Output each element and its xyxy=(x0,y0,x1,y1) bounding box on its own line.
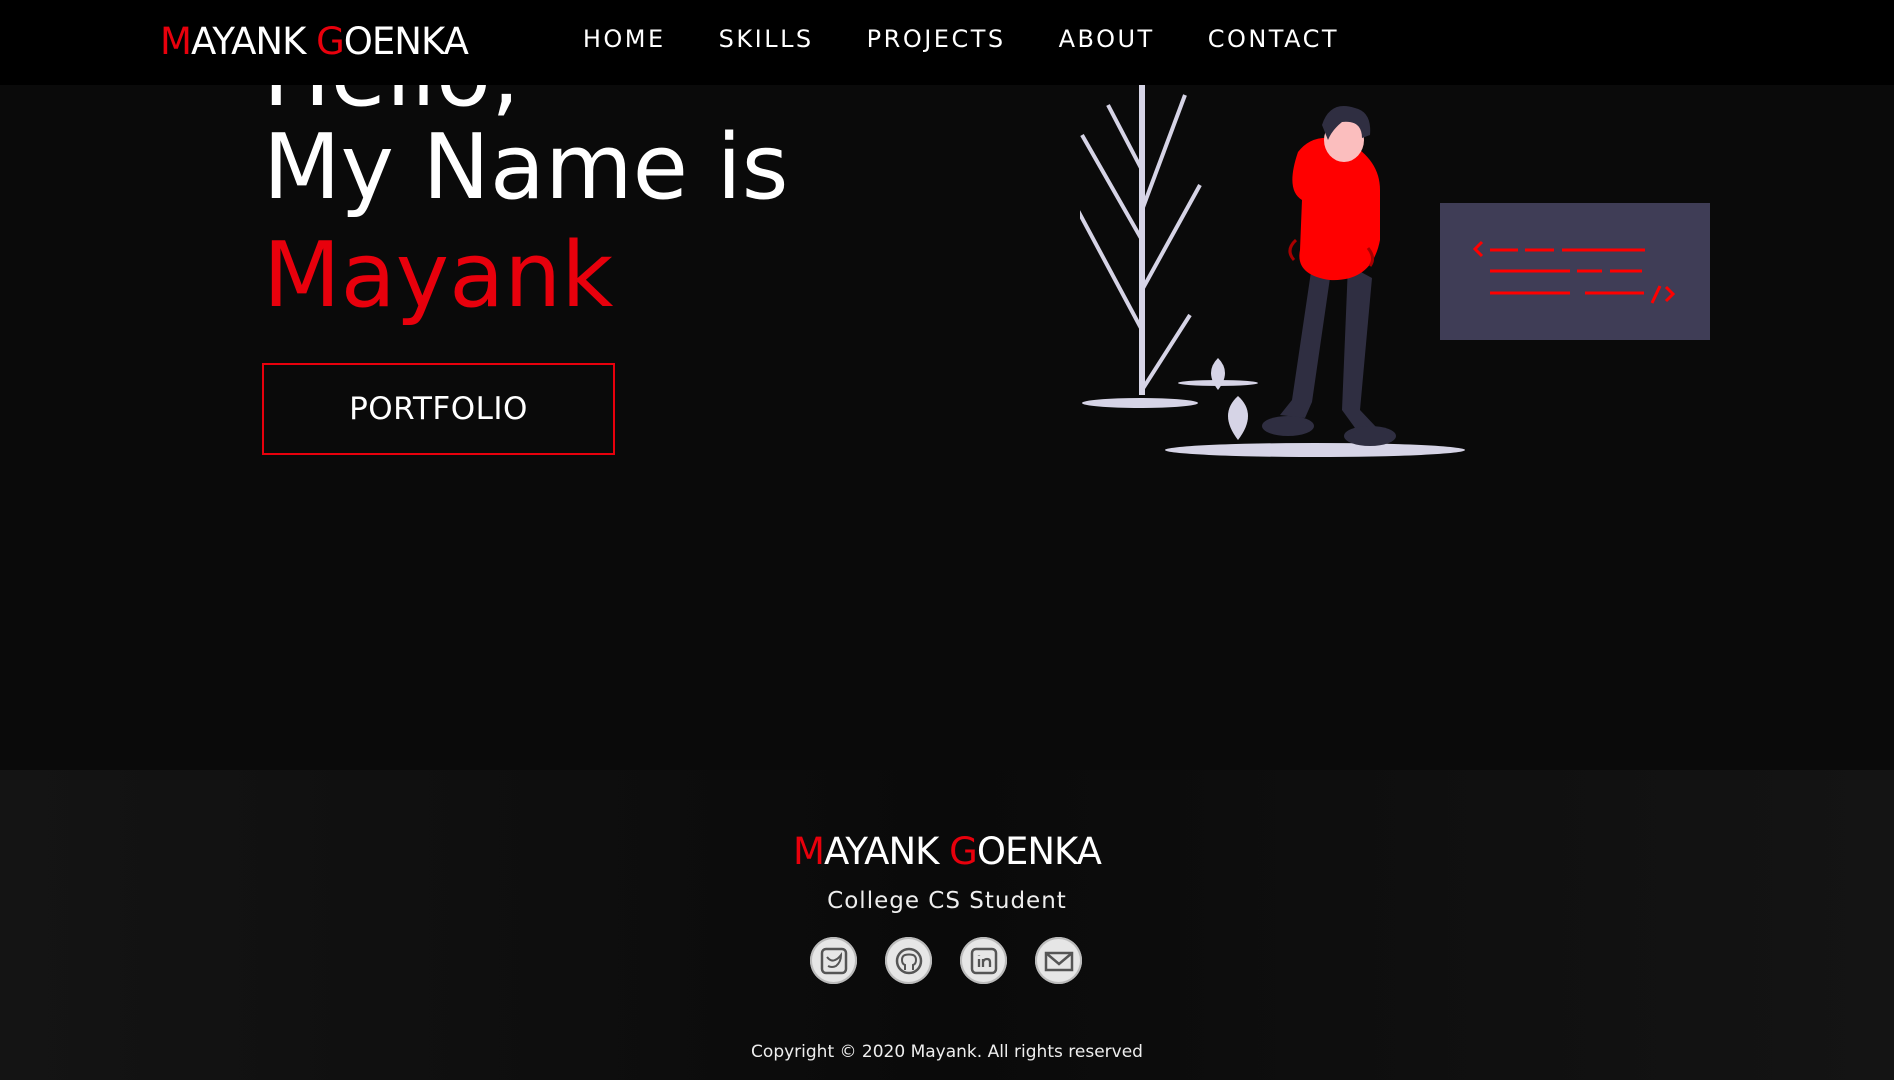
logo-initial-g: G xyxy=(316,20,345,63)
nav-skills[interactable]: SKILLS xyxy=(719,25,814,53)
footer-logo-first-name: AYANK xyxy=(823,830,950,873)
nav-about[interactable]: ABOUT xyxy=(1059,25,1155,53)
footer-logo: MAYANK GOENKA xyxy=(0,830,1894,873)
hero-section: Hello, My Name is Mayank PORTFOLIO xyxy=(0,0,1894,770)
copyright-text: Copyright © 2020 Mayank. All rights rese… xyxy=(751,1042,1143,1062)
developer-illustration xyxy=(1080,60,1710,457)
linkedin-icon[interactable] xyxy=(960,937,1007,984)
footer-logo-last-name: OENKA xyxy=(976,830,1102,873)
footer-subtitle: College CS Student xyxy=(827,888,1067,914)
nav-links: HOME SKILLS PROJECTS ABOUT CONTACT xyxy=(583,25,1339,53)
nav-projects[interactable]: PROJECTS xyxy=(867,25,1006,53)
hero-name: Mayank xyxy=(263,223,614,328)
nav-contact[interactable]: CONTACT xyxy=(1208,25,1339,53)
logo-first-name: AYANK xyxy=(190,20,317,63)
social-links xyxy=(810,937,1082,984)
portfolio-button[interactable]: PORTFOLIO xyxy=(262,363,615,455)
footer-logo-initial-m: M xyxy=(793,830,825,873)
hero-intro: My Name is xyxy=(263,115,789,220)
twitter-icon[interactable] xyxy=(810,937,857,984)
mail-icon[interactable] xyxy=(1035,937,1082,984)
footer: MAYANK GOENKA College CS Student Copyrig… xyxy=(0,770,1894,1080)
nav-home[interactable]: HOME xyxy=(583,25,666,53)
navbar: MAYANK GOENKA HOME SKILLS PROJECTS ABOUT… xyxy=(0,0,1894,85)
footer-logo-initial-g: G xyxy=(949,830,978,873)
logo-initial-m: M xyxy=(160,20,192,63)
site-logo[interactable]: MAYANK GOENKA xyxy=(160,20,469,63)
logo-last-name: OENKA xyxy=(343,20,469,63)
github-icon[interactable] xyxy=(885,937,932,984)
